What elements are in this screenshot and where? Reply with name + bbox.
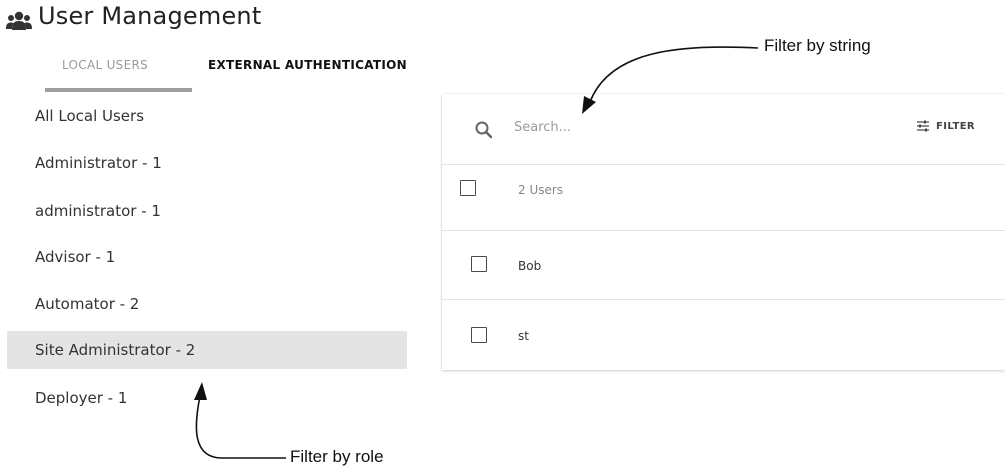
filter-by-role-label: Filter by role	[290, 447, 384, 466]
filter-by-string-arrow	[582, 46, 759, 114]
row-divider	[442, 164, 1005, 165]
role-item-all-local-users[interactable]: All Local Users	[7, 97, 407, 135]
filter-label: FILTER	[936, 120, 976, 132]
row-checkbox-bob[interactable]	[471, 256, 487, 272]
row-checkbox-st[interactable]	[471, 327, 487, 343]
row-divider	[442, 299, 1005, 300]
user-name-bob[interactable]: Bob	[518, 259, 541, 273]
active-tab-indicator	[45, 88, 192, 92]
tab-external-authentication[interactable]: EXTERNAL AUTHENTICATION	[208, 58, 407, 72]
user-name-st[interactable]: st	[518, 329, 529, 343]
filter-by-string-label: Filter by string	[764, 36, 871, 55]
sliders-icon	[917, 120, 929, 132]
role-item-administrator[interactable]: Administrator - 1	[7, 144, 407, 182]
search-icon	[475, 121, 493, 139]
page-title: User Management	[38, 2, 262, 30]
users-icon	[6, 11, 32, 30]
filter-by-role-arrow	[194, 382, 286, 459]
row-divider	[442, 230, 1005, 231]
select-all-checkbox[interactable]	[460, 180, 476, 196]
tab-local-users[interactable]: LOCAL USERS	[62, 58, 148, 72]
role-item-automator[interactable]: Automator - 2	[7, 285, 407, 323]
user-count: 2 Users	[518, 183, 564, 197]
filter-button[interactable]: FILTER	[916, 117, 975, 135]
users-panel: FILTER 2 Users Bob st	[442, 94, 1005, 370]
role-item-site-administrator[interactable]: Site Administrator - 2	[7, 331, 407, 369]
role-item-advisor[interactable]: Advisor - 1	[7, 238, 407, 276]
role-item-administrator-lower[interactable]: administrator - 1	[7, 192, 407, 230]
